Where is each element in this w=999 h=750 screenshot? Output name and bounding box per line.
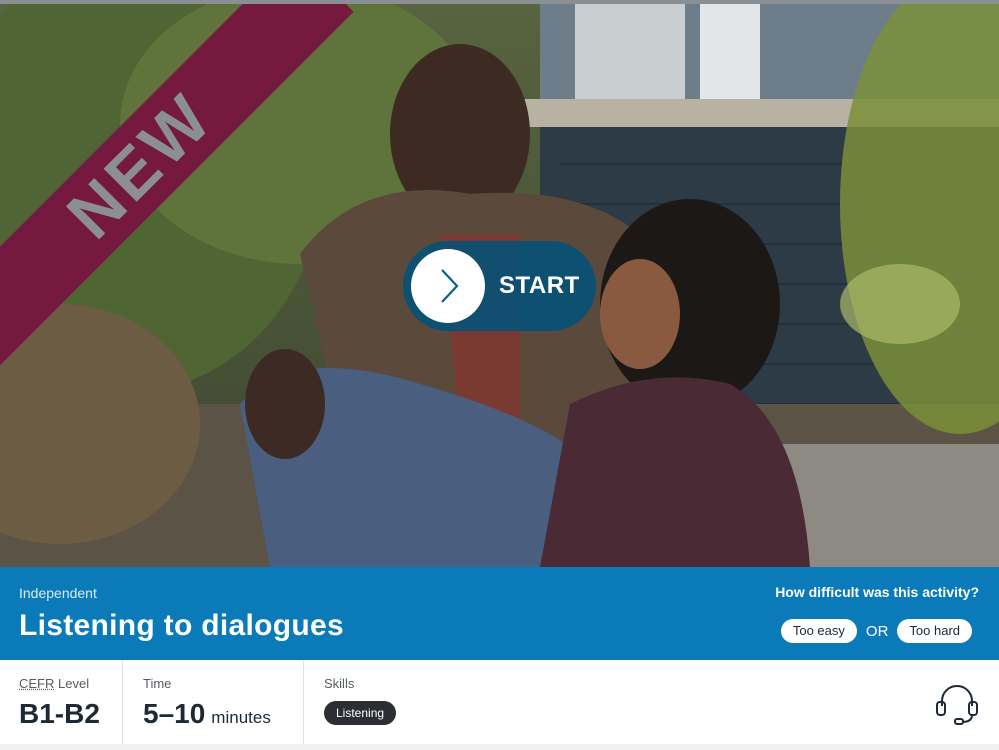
cefr-level-value: B1-B2 — [19, 698, 100, 729]
activity-hero-image: NEW START — [0, 4, 999, 567]
cefr-abbreviation[interactable]: CEFR — [19, 676, 54, 691]
time-value-row: 5–10 minutes — [143, 698, 271, 730]
activity-details: CEFR Level B1-B2 Time 5–10 minutes Skills… — [0, 660, 999, 745]
or-separator: OR — [865, 622, 889, 640]
skills-label: Skills — [324, 676, 355, 691]
cefr-level-label: CEFR Level — [19, 676, 90, 691]
time-value: 5–10 — [143, 698, 206, 729]
skill-badge-listening: Listening — [324, 701, 397, 725]
time-unit: minutes — [211, 708, 271, 727]
difficulty-question: How difficult was this activity? — [775, 584, 979, 600]
too-easy-button[interactable]: Too easy — [780, 619, 857, 643]
column-divider — [303, 660, 304, 745]
chevron-right-icon — [411, 249, 485, 323]
too-hard-button[interactable]: Too hard — [897, 619, 972, 643]
bottom-border — [0, 744, 999, 750]
time-label: Time — [143, 676, 172, 691]
headset-icon — [934, 680, 980, 731]
activity-title-bar: Independent Listening to dialogues How d… — [0, 567, 999, 660]
start-button-label: START — [499, 272, 580, 299]
activity-category: Independent — [19, 585, 97, 601]
start-button[interactable]: START — [403, 241, 596, 331]
activity-title: Listening to dialogues — [19, 609, 344, 642]
column-divider — [122, 660, 123, 745]
difficulty-options: Too easy OR Too hard — [780, 619, 972, 643]
